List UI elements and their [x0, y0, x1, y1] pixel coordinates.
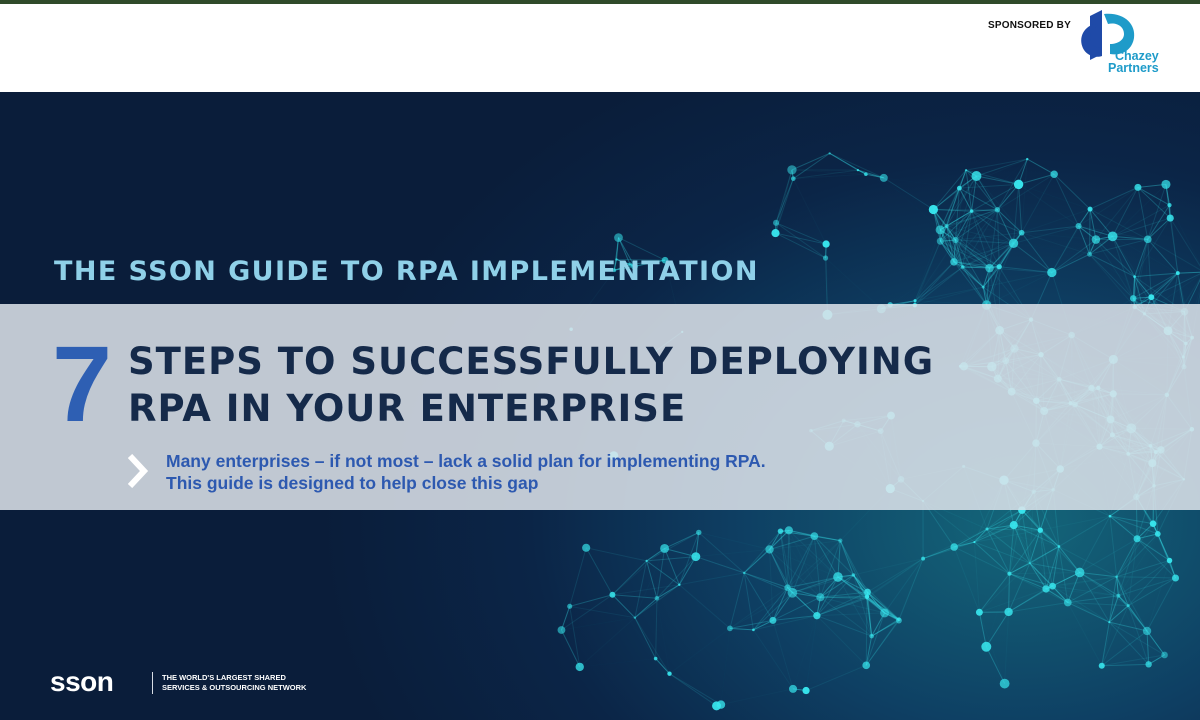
- intro-text: Many enterprises – if not most – lack a …: [166, 450, 766, 494]
- sson-tagline-line2: SERVICES & OUTSOURCING NETWORK: [162, 683, 307, 692]
- intro-line1: Many enterprises – if not most – lack a …: [166, 451, 766, 471]
- headline-line2: RPA IN YOUR ENTERPRISE: [128, 387, 687, 430]
- sponsored-by-label: SPONSORED BY: [988, 20, 1071, 31]
- sson-tagline-line1: THE WORLD'S LARGEST SHARED: [162, 673, 286, 682]
- header: SPONSORED BY: [0, 4, 1200, 92]
- intro-line2: This guide is designed to help close thi…: [166, 473, 539, 493]
- logo-divider: [152, 672, 153, 694]
- headline-line1: STEPS TO SUCCESSFULLY DEPLOYING: [128, 340, 935, 383]
- guide-title: THE SSON GUIDE TO RPA IMPLEMENTATION: [54, 256, 759, 287]
- step-count-number: 7: [52, 323, 113, 444]
- sson-wordmark: sson: [50, 666, 114, 697]
- chevron-right-icon: [128, 454, 148, 488]
- sson-tagline: THE WORLD'S LARGEST SHARED SERVICES & OU…: [162, 673, 306, 693]
- hero-banner: THE SSON GUIDE TO RPA IMPLEMENTATION 7 S…: [0, 92, 1200, 720]
- headline: STEPS TO SUCCESSFULLY DEPLOYING RPA IN Y…: [128, 338, 934, 432]
- sponsor-name-line2: Partners: [1108, 61, 1159, 75]
- sponsor-logo[interactable]: Chazey Partners: [1064, 10, 1164, 86]
- sson-logo[interactable]: sson THE WORLD'S LARGEST SHARED SERVICES…: [50, 666, 310, 698]
